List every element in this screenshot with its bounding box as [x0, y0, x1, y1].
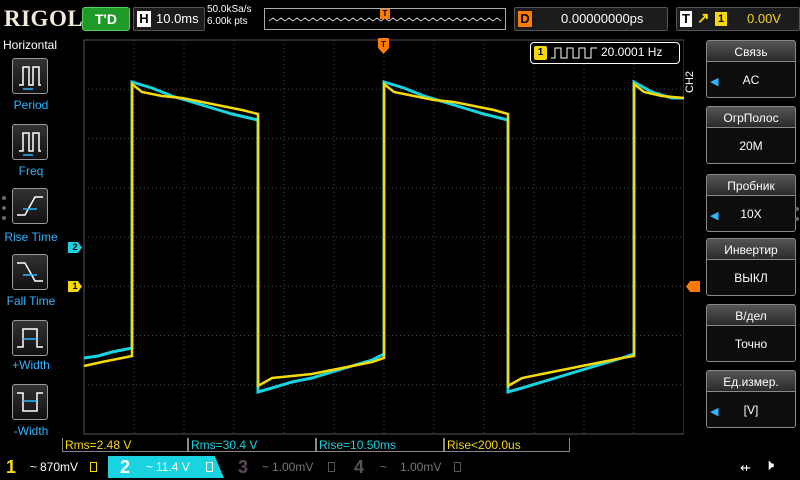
- measurement-ch1-rise[interactable]: Rise<200.0us: [444, 438, 570, 452]
- trigger-time-marker[interactable]: T: [378, 38, 389, 56]
- measurement-ch2-rise[interactable]: Rise=10.50ms: [316, 438, 444, 452]
- pos-width-button[interactable]: [12, 320, 48, 356]
- menu-page-dot: [2, 216, 6, 220]
- ch3-coupling-icon: ~: [262, 460, 270, 474]
- horizontal-label: H: [137, 11, 151, 27]
- ch4-coupling-icon: ~: [380, 460, 388, 474]
- menu-page-dot: [2, 196, 6, 200]
- coupling-arrow-icon: ◀: [710, 76, 719, 88]
- menu-page-dot: [795, 217, 799, 221]
- trigger-time-marker-label: T: [381, 40, 386, 49]
- pos-width-icon: [17, 328, 43, 348]
- measurement-ch2-rms[interactable]: Rms=30.4 V: [188, 438, 316, 452]
- square-wave-icon: [551, 47, 597, 59]
- ch2-status[interactable]: 2 ~ 11.4 V: [108, 456, 224, 478]
- ch4-number: 4: [354, 457, 365, 477]
- neg-width-icon: [17, 392, 43, 412]
- trigger-source: 1: [715, 12, 727, 26]
- trigger-readout[interactable]: T ↗ 1 0.00V: [676, 7, 800, 31]
- measurement-ch1-rms[interactable]: Rms=2.48 V: [62, 438, 188, 452]
- frequency-counter: 1 20.0001 Hz: [530, 42, 680, 64]
- delay-readout[interactable]: D 0.00000000ps: [514, 7, 668, 31]
- ch1-bw-icon: [90, 462, 97, 472]
- unit-arrow-icon: ◀: [710, 406, 719, 418]
- ch1-waveform: [83, 81, 685, 389]
- ch3-bw-icon: [328, 462, 335, 472]
- fall-time-icon: [17, 262, 43, 282]
- horizontal-timebase[interactable]: H 10.0ms: [133, 7, 205, 31]
- run-status-badge[interactable]: T'D: [82, 7, 130, 31]
- trigger-label: T: [680, 11, 692, 27]
- rise-time-button[interactable]: [12, 188, 48, 224]
- ch2-coupling-icon: ~: [146, 460, 154, 474]
- fall-time-button[interactable]: [12, 254, 48, 290]
- invert-title: Инвертир: [706, 238, 796, 260]
- period-label: Period: [13, 98, 49, 112]
- probe-title: Пробник: [706, 174, 796, 196]
- sample-rate: 50.0kSa/s: [207, 4, 252, 15]
- menu-channel-tab: CH2: [684, 71, 696, 94]
- ch3-number: 3: [238, 457, 249, 477]
- rise-time-icon: [17, 196, 43, 216]
- volts-div-softkey[interactable]: Точно: [706, 326, 796, 362]
- neg-width-label: -Width: [13, 424, 49, 438]
- ch1-scale: 870mV: [40, 460, 79, 474]
- coupling-title: Связь: [706, 40, 796, 62]
- trigger-level: 0.00V: [747, 11, 781, 26]
- freq-icon: [19, 132, 41, 156]
- ch1-status[interactable]: 1 ~ 870mV: [0, 456, 108, 478]
- waveform-display[interactable]: [62, 36, 685, 438]
- trigger-position-marker: T: [380, 9, 390, 19]
- unit-title: Ед.измер.: [706, 370, 796, 392]
- period-button[interactable]: [12, 58, 48, 94]
- ch4-bw-icon: [454, 462, 461, 472]
- left-menu-title: Horizontal: [3, 38, 58, 52]
- memory-depth: 6.00k pts: [207, 16, 248, 27]
- ch2-bw-icon: [206, 462, 213, 472]
- period-icon: [19, 66, 41, 90]
- ch4-scale: 1.00mV: [400, 460, 442, 474]
- probe-arrow-icon: ◀: [710, 210, 719, 222]
- volts-div-title: В/дел: [706, 304, 796, 326]
- timebase-value: 10.0ms: [156, 11, 199, 26]
- menu-page-dot: [795, 207, 799, 211]
- delay-value: 0.00000000ps: [561, 11, 644, 26]
- delay-label: D: [518, 11, 532, 27]
- speaker-mute-icon[interactable]: 🕨: [764, 457, 774, 475]
- menu-page-dot: [2, 206, 6, 210]
- rise-time-label: Rise Time: [4, 230, 58, 244]
- counter-channel: 1: [534, 46, 547, 60]
- ch2-scale: 11.4 V: [156, 460, 190, 474]
- ch2-number: 2: [120, 457, 131, 477]
- rising-edge-icon: ↗: [697, 10, 710, 27]
- usb-icon: ⇷: [740, 460, 751, 475]
- counter-value: 20.0001 Hz: [601, 45, 663, 59]
- fall-time-label: Fall Time: [6, 294, 56, 308]
- probe-softkey[interactable]: 10X: [706, 196, 796, 232]
- neg-width-button[interactable]: [12, 384, 48, 420]
- unit-softkey[interactable]: [V]: [706, 392, 796, 428]
- pos-width-label: +Width: [12, 358, 50, 372]
- bandwidth-limit-title: ОгрПолос: [706, 106, 796, 128]
- freq-label: Freq: [18, 164, 44, 178]
- ch1-number: 1: [6, 457, 17, 477]
- ch3-scale: 1.00mV: [272, 460, 314, 474]
- ch4-status[interactable]: 4 ~ 1.00mV: [346, 456, 462, 478]
- ch3-status[interactable]: 3 ~ 1.00mV: [228, 456, 344, 478]
- rigol-logo: RIGOL: [4, 6, 84, 31]
- graticule: [83, 39, 685, 435]
- coupling-softkey[interactable]: AC: [706, 62, 796, 98]
- ch1-coupling-icon: ~: [30, 460, 38, 474]
- bandwidth-limit-softkey[interactable]: 20M: [706, 128, 796, 164]
- freq-button[interactable]: [12, 124, 48, 160]
- invert-softkey[interactable]: ВЫКЛ: [706, 260, 796, 296]
